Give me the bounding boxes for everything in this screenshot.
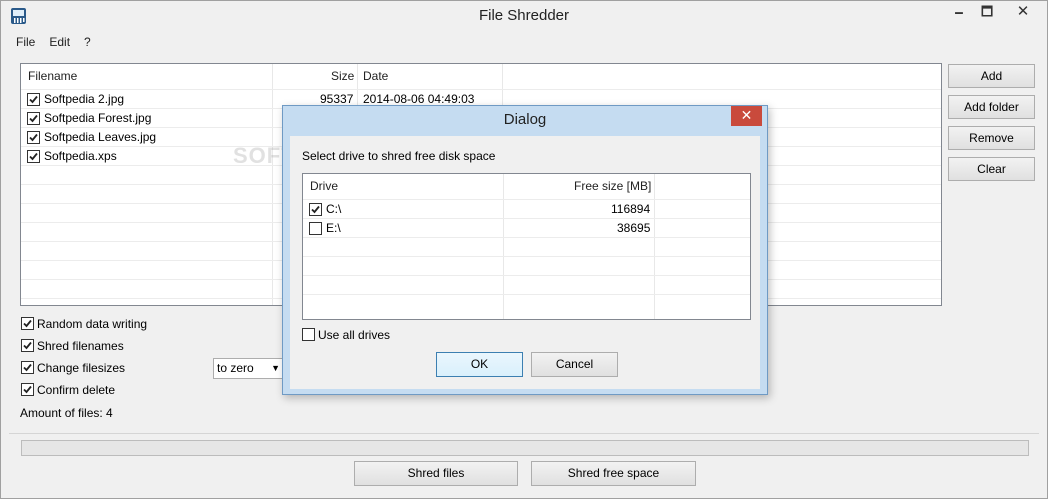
- option-label: Use all drives: [318, 328, 391, 342]
- add-folder-button[interactable]: Add folder: [948, 95, 1035, 119]
- file-name: Softpedia 2.jpg: [44, 92, 125, 106]
- dialog-title: Dialog: [503, 111, 547, 128]
- column-header-size[interactable]: Size: [331, 64, 354, 89]
- shred-free-space-button[interactable]: Shred free space: [531, 461, 696, 486]
- option-label: Random data writing: [37, 317, 148, 331]
- drive-row[interactable]: E:\ 38695: [303, 219, 750, 238]
- amount-of-files: Amount of files: 4: [20, 406, 113, 420]
- file-checkbox[interactable]: [27, 150, 40, 163]
- column-divider: [654, 174, 655, 319]
- file-checkbox[interactable]: [27, 112, 40, 125]
- menu-file[interactable]: File: [9, 33, 42, 51]
- cancel-button[interactable]: Cancel: [531, 352, 618, 377]
- drive-checkbox[interactable]: [309, 222, 322, 235]
- menu-help[interactable]: ?: [77, 33, 98, 51]
- filesize-mode-select[interactable]: to zero ▼: [213, 358, 285, 379]
- ok-button[interactable]: OK: [436, 352, 523, 377]
- checkmark-icon: [29, 133, 38, 142]
- minimize-button[interactable]: 🗕: [945, 1, 973, 23]
- drive-free-size: 116894: [611, 202, 651, 216]
- main-window: File Shredder 🗕 🗖 ✕ File Edit ? Filename…: [0, 0, 1048, 499]
- row-gridline: [303, 256, 750, 257]
- dialog-body: Select drive to shred free disk space Dr…: [290, 136, 760, 389]
- option-checkbox[interactable]: [21, 361, 34, 374]
- menu-edit[interactable]: Edit: [42, 33, 77, 51]
- column-header-free-size[interactable]: Free size [MB]: [574, 174, 651, 199]
- option-label: Confirm delete: [37, 383, 116, 397]
- drive-free-size: 38695: [617, 221, 651, 235]
- dialog-close-button[interactable]: ✕: [731, 106, 762, 126]
- maximize-button[interactable]: 🗖: [973, 1, 1001, 23]
- drive-row[interactable]: C:\ 116894: [303, 200, 750, 219]
- drive-checkbox[interactable]: [309, 203, 322, 216]
- shred-files-button[interactable]: Shred files: [354, 461, 518, 486]
- option-checkbox[interactable]: [21, 339, 34, 352]
- checkmark-icon: [311, 205, 320, 214]
- column-header-date[interactable]: Date: [363, 64, 388, 89]
- checkmark-icon: [29, 114, 38, 123]
- menu-bar: File Edit ?: [9, 33, 98, 51]
- checkmark-icon: [29, 152, 38, 161]
- add-button[interactable]: Add: [948, 64, 1035, 88]
- dialog-prompt: Select drive to shred free disk space: [302, 149, 496, 163]
- checkmark-icon: [29, 95, 38, 104]
- remove-button[interactable]: Remove: [948, 126, 1035, 150]
- option-checkbox[interactable]: [21, 317, 34, 330]
- progress-bar: [21, 440, 1029, 456]
- column-header-drive[interactable]: Drive: [310, 174, 338, 199]
- window-title: File Shredder: [478, 7, 570, 24]
- use-all-drives-checkbox[interactable]: [302, 328, 315, 341]
- option-checkbox[interactable]: [21, 383, 34, 396]
- option-label: Change filesizes: [37, 361, 126, 375]
- file-name: Softpedia Leaves.jpg: [44, 130, 157, 144]
- title-bar: File Shredder 🗕 🗖 ✕: [1, 1, 1047, 32]
- file-name: Softpedia.xps: [44, 149, 117, 163]
- row-gridline: [303, 275, 750, 276]
- checkmark-icon: [23, 319, 32, 328]
- checkmark-icon: [23, 363, 32, 372]
- file-checkbox[interactable]: [27, 93, 40, 106]
- file-name: Softpedia Forest.jpg: [44, 111, 152, 125]
- drive-list[interactable]: Drive Free size [MB] C:\ 116894 E:\ 3869…: [302, 173, 751, 320]
- column-header-filename[interactable]: Filename: [28, 64, 77, 89]
- checkmark-icon: [23, 341, 32, 350]
- file-checkbox[interactable]: [27, 131, 40, 144]
- drive-letter: E:\: [326, 221, 341, 235]
- column-divider: [503, 174, 504, 319]
- separator: [9, 433, 1039, 434]
- clear-button[interactable]: Clear: [948, 157, 1035, 181]
- drive-dialog: Dialog ✕ Select drive to shred free disk…: [282, 105, 768, 395]
- chevron-down-icon: ▼: [271, 363, 280, 373]
- row-gridline: [303, 294, 750, 295]
- select-value: to zero: [217, 361, 254, 375]
- close-button[interactable]: ✕: [1001, 1, 1045, 23]
- drive-letter: C:\: [326, 202, 342, 216]
- checkmark-icon: [23, 385, 32, 394]
- option-label: Shred filenames: [37, 339, 124, 353]
